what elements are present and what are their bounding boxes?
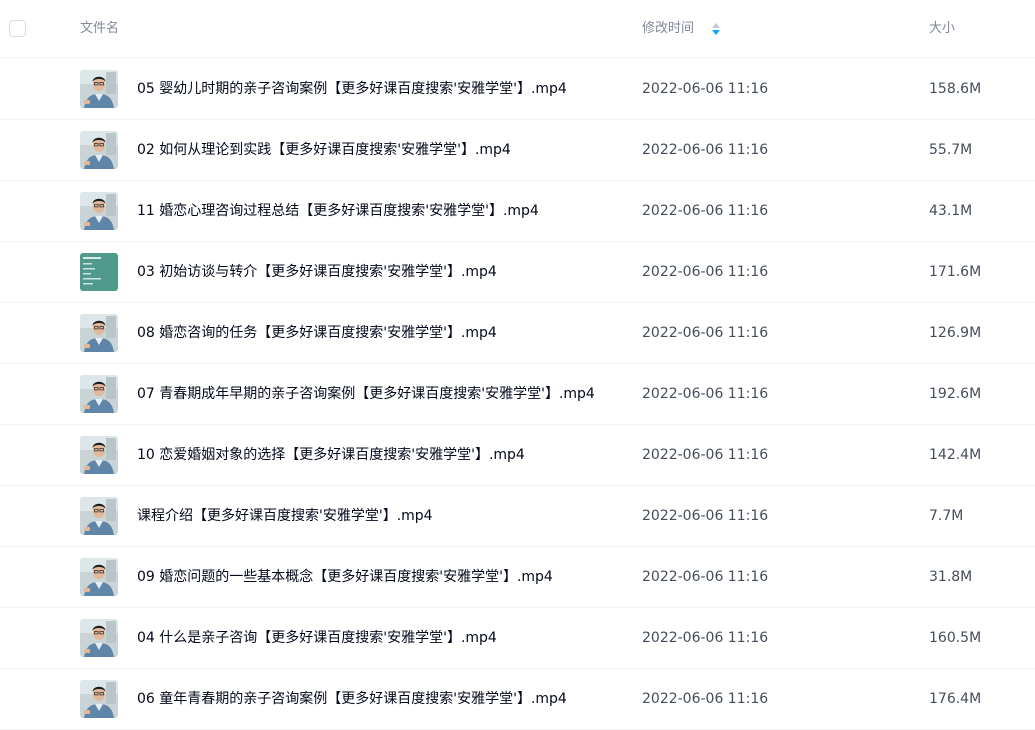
file-name[interactable]: 04 什么是亲子咨询【更多好课百度搜索'安雅学堂'】.mp4: [137, 629, 497, 647]
file-modified-time: 2022-06-06 11:16: [642, 386, 769, 402]
file-row[interactable]: 06 童年青春期的亲子咨询案例【更多好课百度搜索'安雅学堂'】.mp4 2022…: [0, 669, 1035, 730]
file-name[interactable]: 05 婴幼儿时期的亲子咨询案例【更多好课百度搜索'安雅学堂'】.mp4: [137, 80, 567, 98]
file-size: 126.9M: [929, 325, 982, 341]
file-size: 31.8M: [929, 569, 973, 585]
file-list-header: 文件名 修改时间 大小: [0, 0, 1035, 58]
file-row[interactable]: 05 婴幼儿时期的亲子咨询案例【更多好课百度搜索'安雅学堂'】.mp4 2022…: [0, 59, 1035, 120]
file-name[interactable]: 08 婚恋咨询的任务【更多好课百度搜索'安雅学堂'】.mp4: [137, 324, 497, 342]
video-thumbnail[interactable]: [80, 70, 118, 108]
file-modified-time: 2022-06-06 11:16: [642, 447, 769, 463]
column-header-name[interactable]: 文件名: [80, 21, 119, 37]
sort-icon[interactable]: [711, 22, 721, 36]
video-thumbnail[interactable]: [80, 314, 118, 352]
file-name[interactable]: 02 如何从理论到实践【更多好课百度搜索'安雅学堂'】.mp4: [137, 141, 511, 159]
file-name[interactable]: 课程介绍【更多好课百度搜索'安雅学堂'】.mp4: [137, 507, 433, 525]
file-size: 176.4M: [929, 691, 982, 707]
video-thumbnail[interactable]: [80, 375, 118, 413]
file-modified-time: 2022-06-06 11:16: [642, 569, 769, 585]
file-modified-time: 2022-06-06 11:16: [642, 508, 769, 524]
file-row[interactable]: 03 初始访谈与转介【更多好课百度搜索'安雅学堂'】.mp4 2022-06-0…: [0, 242, 1035, 303]
file-row[interactable]: 02 如何从理论到实践【更多好课百度搜索'安雅学堂'】.mp4 2022-06-…: [0, 120, 1035, 181]
video-thumbnail[interactable]: [80, 192, 118, 230]
file-modified-time: 2022-06-06 11:16: [642, 630, 769, 646]
file-size: 160.5M: [929, 630, 982, 646]
file-size: 192.6M: [929, 386, 982, 402]
file-row[interactable]: 08 婚恋咨询的任务【更多好课百度搜索'安雅学堂'】.mp4 2022-06-0…: [0, 303, 1035, 364]
file-row[interactable]: 09 婚恋问题的一些基本概念【更多好课百度搜索'安雅学堂'】.mp4 2022-…: [0, 547, 1035, 608]
column-header-size[interactable]: 大小: [929, 21, 955, 37]
file-row[interactable]: 07 青春期成年早期的亲子咨询案例【更多好课百度搜索'安雅学堂'】.mp4 20…: [0, 364, 1035, 425]
select-all-checkbox[interactable]: [9, 20, 26, 37]
video-thumbnail[interactable]: [80, 497, 118, 535]
file-modified-time: 2022-06-06 11:16: [642, 325, 769, 341]
file-row[interactable]: 04 什么是亲子咨询【更多好课百度搜索'安雅学堂'】.mp4 2022-06-0…: [0, 608, 1035, 669]
column-header-modified-time[interactable]: 修改时间: [642, 21, 694, 37]
video-thumbnail[interactable]: [80, 558, 118, 596]
file-modified-time: 2022-06-06 11:16: [642, 203, 769, 219]
file-modified-time: 2022-06-06 11:16: [642, 142, 769, 158]
file-size: 55.7M: [929, 142, 973, 158]
video-thumbnail[interactable]: [80, 619, 118, 657]
file-name[interactable]: 09 婚恋问题的一些基本概念【更多好课百度搜索'安雅学堂'】.mp4: [137, 568, 553, 586]
video-thumbnail[interactable]: [80, 131, 118, 169]
file-name[interactable]: 07 青春期成年早期的亲子咨询案例【更多好课百度搜索'安雅学堂'】.mp4: [137, 385, 595, 403]
file-row[interactable]: 课程介绍【更多好课百度搜索'安雅学堂'】.mp4 2022-06-06 11:1…: [0, 486, 1035, 547]
file-list: 05 婴幼儿时期的亲子咨询案例【更多好课百度搜索'安雅学堂'】.mp4 2022…: [0, 59, 1035, 730]
file-name[interactable]: 10 恋爱婚姻对象的选择【更多好课百度搜索'安雅学堂'】.mp4: [137, 446, 525, 464]
file-row[interactable]: 11 婚恋心理咨询过程总结【更多好课百度搜索'安雅学堂'】.mp4 2022-0…: [0, 181, 1035, 242]
file-name[interactable]: 11 婚恋心理咨询过程总结【更多好课百度搜索'安雅学堂'】.mp4: [137, 202, 539, 220]
file-modified-time: 2022-06-06 11:16: [642, 691, 769, 707]
file-size: 171.6M: [929, 264, 982, 280]
file-size: 142.4M: [929, 447, 982, 463]
video-thumbnail[interactable]: [80, 253, 118, 291]
file-name[interactable]: 06 童年青春期的亲子咨询案例【更多好课百度搜索'安雅学堂'】.mp4: [137, 690, 567, 708]
video-thumbnail[interactable]: [80, 680, 118, 718]
file-size: 7.7M: [929, 508, 964, 524]
file-name[interactable]: 03 初始访谈与转介【更多好课百度搜索'安雅学堂'】.mp4: [137, 263, 497, 281]
video-thumbnail[interactable]: [80, 436, 118, 474]
file-size: 158.6M: [929, 81, 982, 97]
file-modified-time: 2022-06-06 11:16: [642, 81, 769, 97]
file-row[interactable]: 10 恋爱婚姻对象的选择【更多好课百度搜索'安雅学堂'】.mp4 2022-06…: [0, 425, 1035, 486]
file-size: 43.1M: [929, 203, 973, 219]
file-modified-time: 2022-06-06 11:16: [642, 264, 769, 280]
